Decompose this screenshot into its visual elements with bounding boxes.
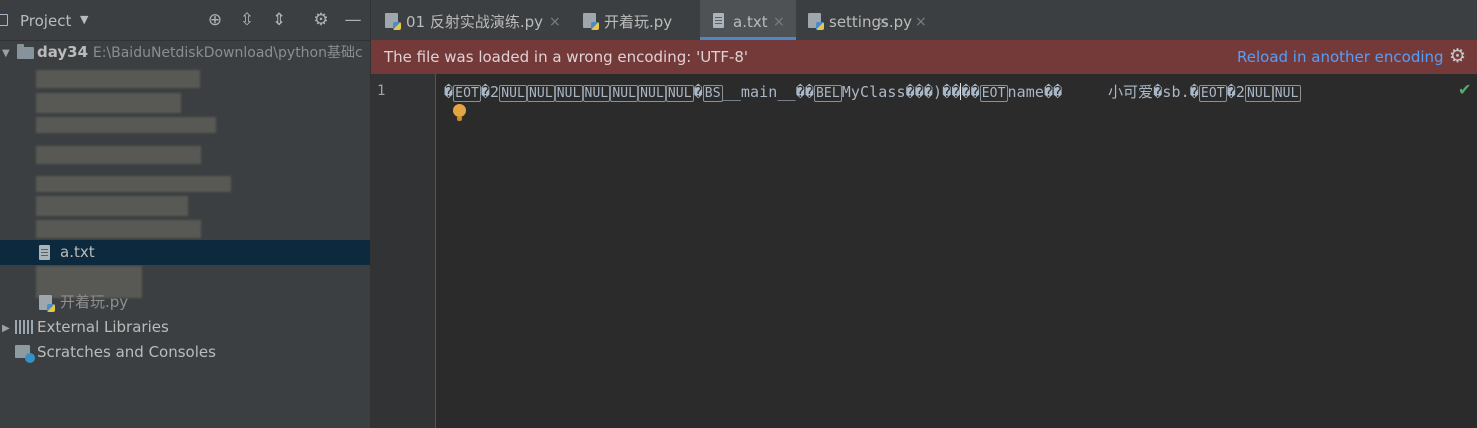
tab-01-reflection[interactable]: 01 反射实战演练.py × [371,0,566,40]
collapse-all-icon[interactable]: ⇕ [269,10,289,30]
editor-text-area[interactable]: � EOT �2 NUL NUL NUL NUL NUL NUL NUL � BS __main__��… [436,74,1477,428]
tab-label: settings.py [829,13,912,31]
encoding-warning-message: The file was loaded in a wrong encoding:… [384,48,749,66]
project-view-icon[interactable] [0,14,8,26]
chevron-down-icon[interactable]: ▼ [2,41,10,66]
tree-item-a-txt[interactable]: a.txt [0,240,370,265]
python-file-icon [583,13,599,30]
code-line-1[interactable]: � EOT �2 NUL NUL NUL NUL NUL NUL NUL � BS __main__��… [444,81,1452,102]
tree-item-py-file[interactable]: 开着玩.py [0,290,370,315]
tab-label: 开着玩.py [604,13,673,31]
project-panel: Project ▼ ⊕ ⇳ ⇕ ⚙ — ▼ day34 E:\BaiduNetd… [0,0,371,428]
control-char-badge: NUL [1272,85,1301,102]
text-file-icon [713,13,724,28]
python-file-icon [39,295,55,312]
close-icon[interactable]: × [549,0,561,44]
control-char-badge: NUL [554,85,583,102]
gear-icon[interactable]: ⚙ [311,10,331,30]
editor-gutter: 1 [371,74,436,428]
text-segment: name�� 小可爱�sb.� [1007,83,1199,101]
tree-item-label: a.txt [60,243,95,261]
control-char-badge: EOT [979,85,1008,102]
tab-kaizhewan[interactable]: 开着玩.py × [569,0,889,40]
gear-icon[interactable]: ⚙ [1449,45,1466,67]
control-char-badge: NUL [499,85,527,102]
reload-encoding-link[interactable]: Reload in another encoding [1237,48,1444,66]
control-char-badge: NUL [1244,85,1273,102]
text-segment: __main__�� [722,83,814,101]
tab-settings[interactable]: settings.py × [798,0,938,40]
control-char-badge: NUL [582,85,611,102]
control-char-badge: EOT [453,85,481,102]
text-segment: � [444,83,454,101]
control-char-badge: NUL [665,85,694,102]
lightbulb-icon[interactable] [453,104,466,121]
project-panel-header: Project ▼ ⊕ ⇳ ⇕ ⚙ — [0,0,370,41]
text-segment: �� [961,83,980,101]
expand-all-icon[interactable]: ⇳ [237,10,257,30]
control-char-badge: NUL [526,85,555,102]
control-char-badge: BEL [813,85,842,102]
text-segment: � [693,83,703,101]
checkmark-icon[interactable]: ✔ [1458,80,1471,99]
line-number: 1 [377,83,386,99]
close-icon[interactable]: × [915,0,927,44]
control-char-badge: NUL [638,85,666,102]
folder-icon [17,44,34,59]
text-file-icon [39,245,50,260]
tree-root-name: day34 [37,43,89,61]
control-char-badge: BS [702,85,723,102]
text-segment: �2 [1226,83,1245,101]
editor-tab-bar: 01 反射实战演练.py × 开着玩.py × a.txt × settings… [371,0,1477,41]
tree-item-label: Scratches and Consoles [37,343,216,361]
locate-target-icon[interactable]: ⊕ [205,10,225,30]
tree-item-external-libraries[interactable]: ▶ External Libraries [0,315,370,340]
tree-item-label: External Libraries [37,318,169,336]
chevron-right-icon[interactable]: ▶ [2,316,10,341]
tab-label: a.txt [733,13,768,31]
tree-item-scratches[interactable]: Scratches and Consoles [0,340,370,365]
close-icon[interactable]: × [773,0,785,44]
library-icon [15,320,33,334]
control-char-badge: NUL [610,85,639,102]
project-panel-title[interactable]: Project [20,12,71,30]
tree-item-day34[interactable]: ▼ day34 E:\BaiduNetdiskDownload\python基础… [0,40,370,65]
tree-root-path: E:\BaiduNetdiskDownload\python基础c [92,45,363,61]
chevron-down-icon[interactable]: ▼ [80,13,88,26]
encoding-warning-banner: The file was loaded in a wrong encoding:… [371,40,1477,74]
tab-label: 01 反射实战演练.py [406,13,544,31]
text-segment: MyClass���)�� [841,83,961,101]
python-file-icon [808,13,824,30]
control-char-badge: EOT [1198,85,1227,102]
scratches-icon [15,345,35,363]
tree-item-label: 开着玩.py [60,293,129,311]
tab-a-txt[interactable]: a.txt × [700,0,796,40]
text-segment: �2 [480,83,500,101]
python-file-icon [385,13,401,30]
minimize-icon[interactable]: — [343,10,363,30]
